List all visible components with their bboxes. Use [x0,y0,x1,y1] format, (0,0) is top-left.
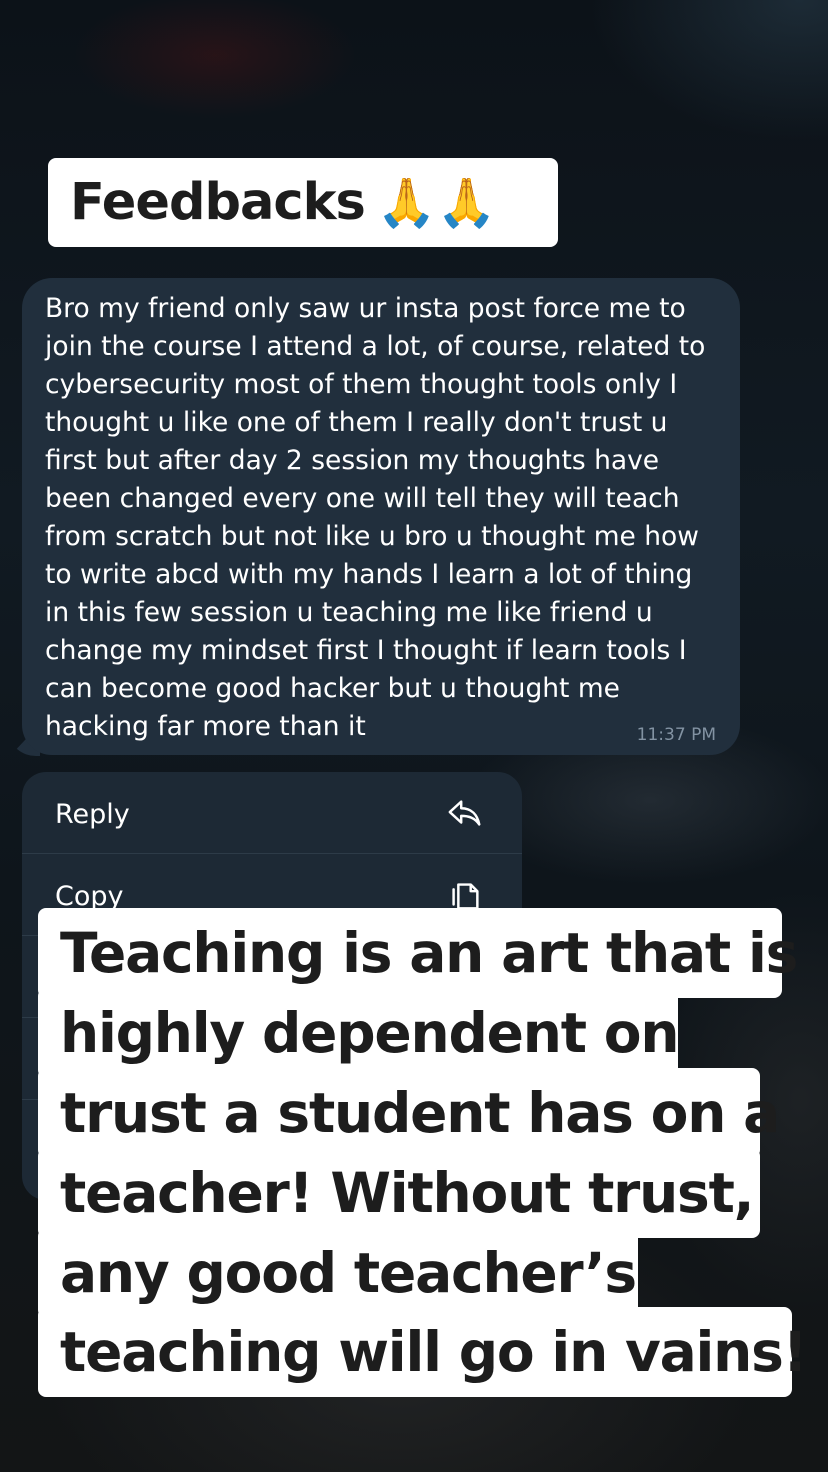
quote-line: any good teacher’s [38,1228,638,1318]
quote-text: any good teacher’s [60,1241,637,1305]
message-line: can become good hacker but u thought me [45,673,620,704]
quote-text: teacher! Without trust, [60,1161,755,1225]
quote-text: Teaching is an art that is [60,921,798,985]
message-line: thought u like one of them I really don'… [45,407,668,438]
quote-line: teacher! Without trust, [38,1148,760,1238]
quote-line: trust a student has on a [38,1068,780,1158]
message-line: Bro my friend only saw ur insta post for… [45,293,686,324]
message-line: first but after day 2 session my thought… [45,445,660,476]
message-line: been changed every one will tell they wi… [45,483,680,514]
message-line: to write abcd with my hands I learn a lo… [45,559,693,590]
menu-item-reply[interactable]: Reply [22,772,522,854]
menu-item-label: Reply [55,799,130,830]
title-banner: Feedbacks 🙏🙏 [48,158,558,247]
quote-line: highly dependent on [38,988,679,1078]
message-line: in this few session u teaching me like f… [45,597,653,628]
message-bubble[interactable]: Bro my friend only saw ur insta post for… [22,278,740,755]
title-text: Feedbacks [70,173,366,232]
quote-text: teaching will go in vains! [60,1320,808,1384]
quote-text: highly dependent on [60,1001,679,1065]
message-line: from scratch but not like u bro u though… [45,521,699,552]
quote-line: Teaching is an art that is [38,908,798,998]
folded-hands-icon: 🙏🙏 [376,175,497,231]
message-line: join the course I attend a lot, of cours… [45,331,706,362]
quote-line: teaching will go in vains! [38,1307,808,1397]
message-line: change my mindset first I thought if lea… [45,635,687,666]
message-line: cybersecurity most of them thought tools… [45,369,678,400]
reply-icon [448,800,481,826]
message-timestamp: 11:37 PM [636,725,716,745]
quote-text: trust a student has on a [60,1081,780,1145]
message-line: hacking far more than it [45,711,366,742]
